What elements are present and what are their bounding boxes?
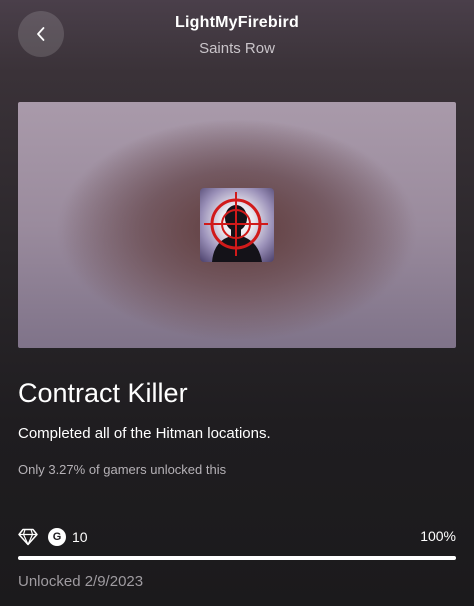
- achievement-hero-image: [18, 102, 456, 348]
- unlocked-date: Unlocked 2/9/2023: [18, 573, 144, 590]
- game-title: Saints Row: [199, 40, 275, 57]
- gamerscore-badge: G: [48, 528, 66, 546]
- gamerscore-value: 10: [72, 529, 88, 545]
- gamertag: LightMyFirebird: [175, 14, 299, 31]
- progress-bar: [18, 556, 456, 560]
- rarity-text: Only 3.27% of gamers unlocked this: [18, 462, 227, 477]
- achievement-title: Contract Killer: [18, 378, 188, 408]
- progress-bar-fill: [18, 556, 456, 560]
- reward-row: G 10: [18, 527, 88, 547]
- progress-percent: 100%: [420, 528, 456, 544]
- diamond-icon: [18, 528, 48, 546]
- crosshair-silhouette-icon: [200, 188, 274, 262]
- achievement-description: Completed all of the Hitman locations.: [18, 425, 271, 442]
